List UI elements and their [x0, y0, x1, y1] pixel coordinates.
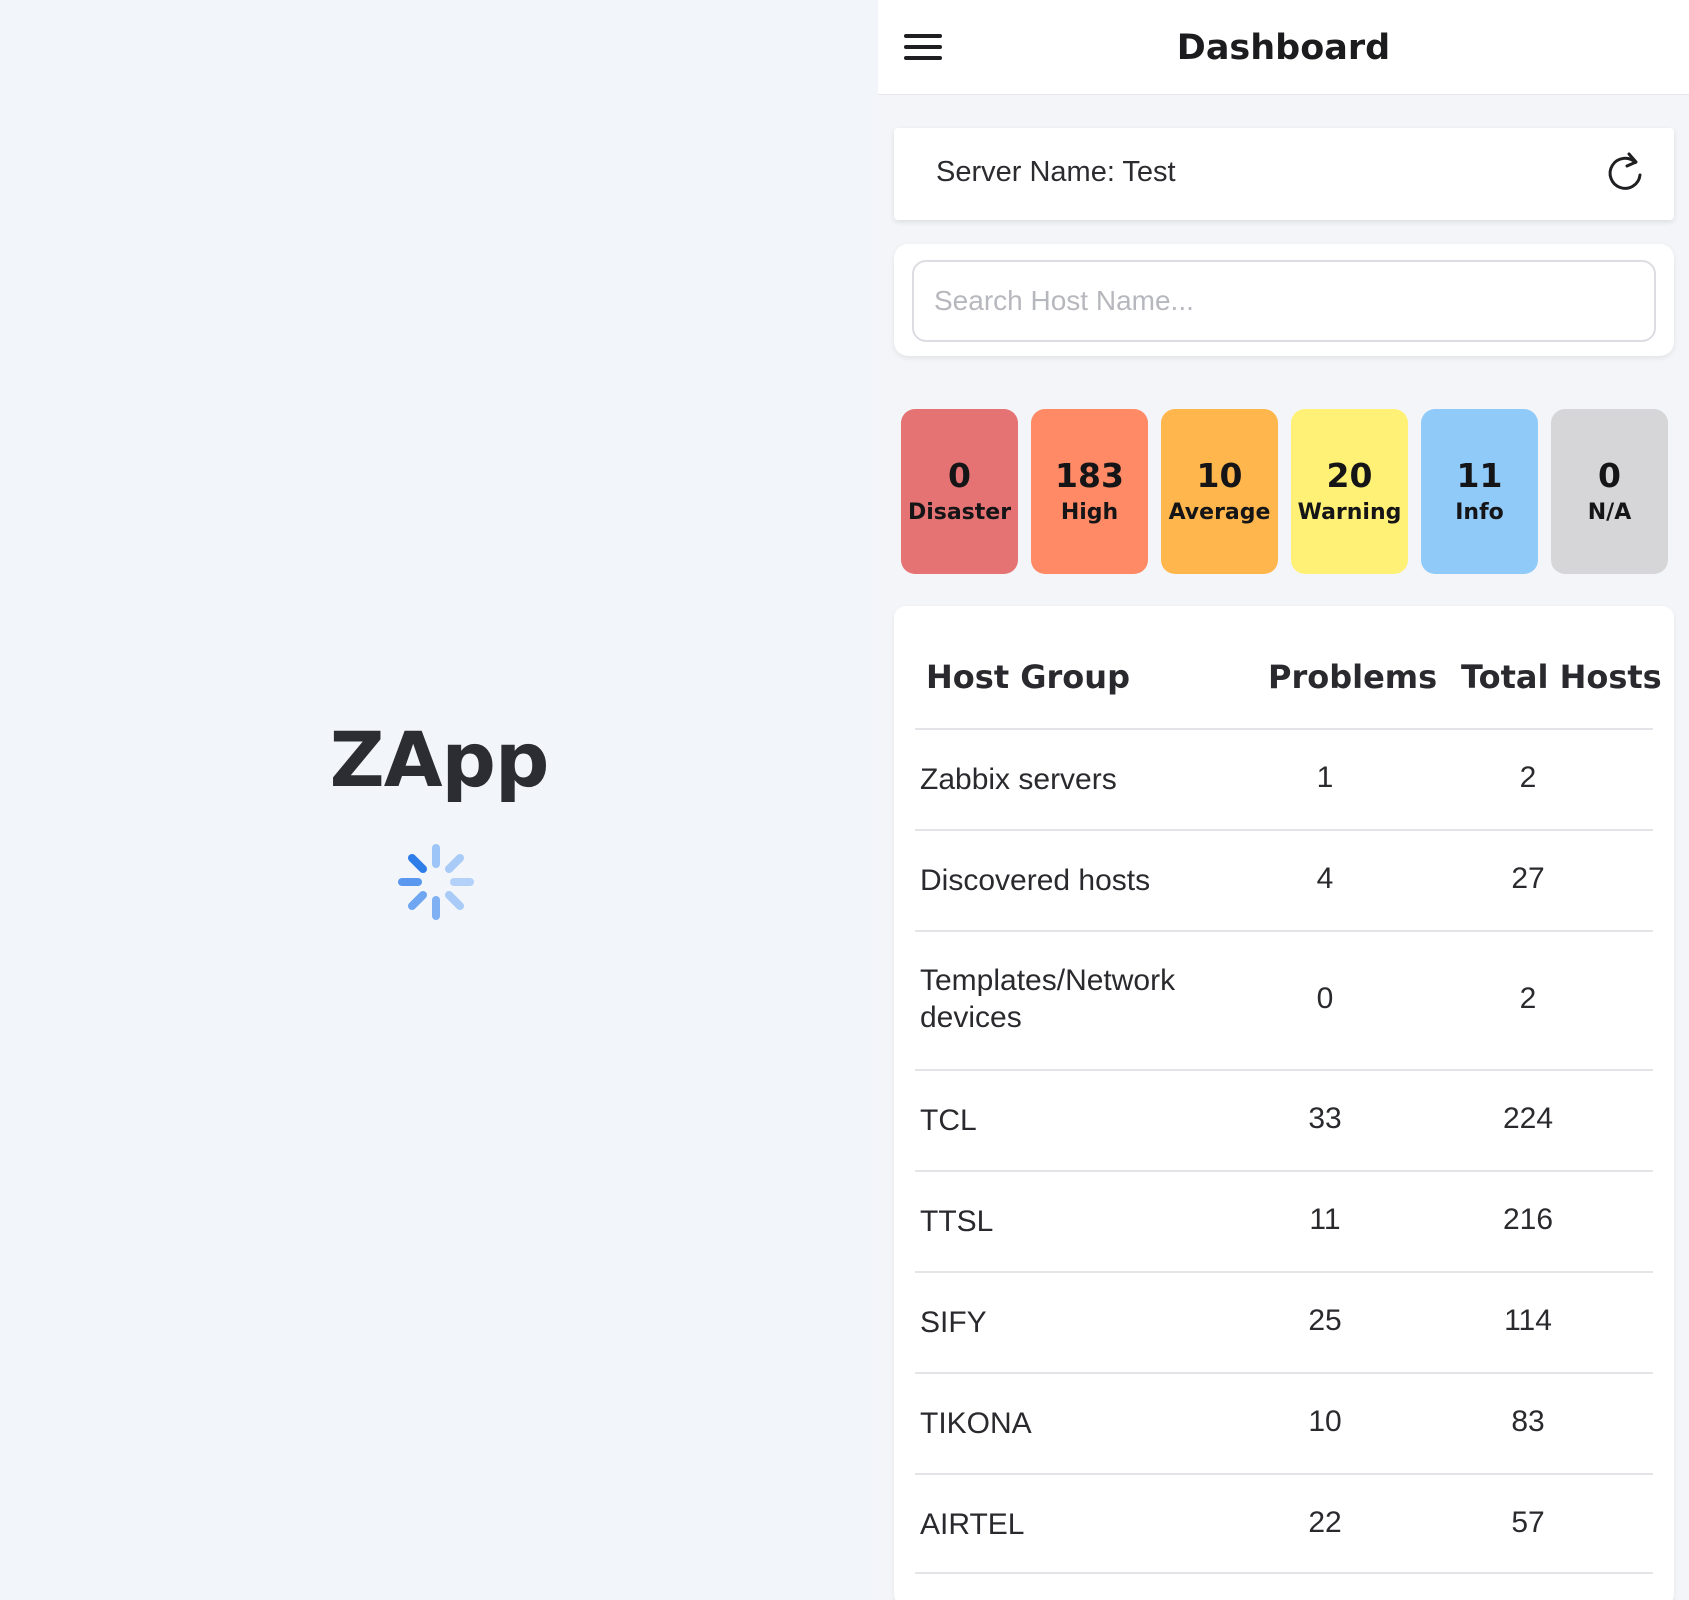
total-hosts-count: 57: [1511, 1506, 1545, 1539]
severity-count: 11: [1456, 456, 1503, 495]
severity-label: Warning: [1297, 500, 1402, 525]
host-group-name: TCL: [920, 1104, 977, 1137]
problems-count: 4: [1316, 862, 1334, 895]
total-hosts-count: 83: [1511, 1405, 1545, 1438]
severity-count: 0: [948, 456, 971, 495]
problems-count: 0: [1316, 982, 1334, 1015]
problems-count: 10: [1308, 1405, 1342, 1438]
severity-info-tile[interactable]: 11 Info: [1421, 409, 1538, 574]
problems-count: 33: [1308, 1102, 1342, 1135]
total-hosts-count: 216: [1502, 1203, 1554, 1236]
table-row[interactable]: TTSL 11 216: [915, 1170, 1653, 1271]
loading-spinner-icon: [398, 844, 474, 920]
severity-count: 10: [1196, 456, 1243, 495]
table-row[interactable]: Zabbix servers 1 2: [915, 728, 1653, 829]
page-title: Dashboard: [1176, 28, 1391, 68]
table-row[interactable]: AIRTEL 22 57: [915, 1473, 1653, 1574]
column-header-total-hosts: Total Hosts: [1461, 658, 1662, 696]
severity-label: Info: [1455, 500, 1504, 525]
app-name: ZApp: [329, 715, 550, 804]
host-group-name: Discovered hosts: [920, 864, 1151, 897]
problems-count: 11: [1309, 1203, 1341, 1236]
table-row[interactable]: Discovered hosts 4 27: [915, 829, 1653, 930]
severity-disaster-tile[interactable]: 0 Disaster: [901, 409, 1018, 574]
severity-count: 183: [1055, 456, 1124, 495]
severity-na-tile[interactable]: 0 N/A: [1551, 409, 1668, 574]
table-row[interactable]: TIKONA 10 83: [915, 1372, 1653, 1473]
search-input[interactable]: [912, 260, 1656, 342]
table-row[interactable]: Templates/Network devices 0 2: [915, 930, 1653, 1069]
problems-count: 22: [1308, 1506, 1342, 1539]
search-card: [894, 244, 1674, 356]
problems-count: 1: [1316, 761, 1334, 794]
host-group-table: Host Group Problems Total Hosts Zabbix s…: [894, 606, 1674, 1600]
server-name-label: Server Name: Test: [936, 156, 1176, 188]
host-group-name: TTSL: [920, 1205, 994, 1238]
severity-label: Disaster: [907, 500, 1012, 525]
dashboard-panel: Dashboard Server Name: Test 0 Disaster 1…: [878, 0, 1689, 1600]
severity-label: N/A: [1587, 500, 1632, 525]
host-group-name: Templates/Network devices: [920, 964, 1176, 1034]
severity-average-tile[interactable]: 10 Average: [1161, 409, 1278, 574]
severity-label: High: [1060, 500, 1119, 525]
splash-screen: ZApp: [0, 0, 878, 1600]
total-hosts-count: 114: [1504, 1304, 1552, 1337]
app-header: Dashboard: [878, 0, 1689, 95]
severity-label: Average: [1168, 500, 1271, 525]
server-card: Server Name: Test: [894, 128, 1674, 220]
host-group-name: SIFY: [920, 1306, 987, 1339]
severity-high-tile[interactable]: 183 High: [1031, 409, 1148, 574]
total-hosts-count: 2: [1519, 982, 1537, 1015]
column-header-host-group: Host Group: [926, 658, 1130, 696]
total-hosts-count: 2: [1519, 761, 1537, 794]
severity-warning-tile[interactable]: 20 Warning: [1291, 409, 1408, 574]
host-group-name: AIRTEL: [920, 1508, 1025, 1541]
app-window: ZApp Dashboard Server Name: Test Search …: [0, 0, 1689, 1600]
severity-count: 20: [1326, 456, 1373, 495]
table-row[interactable]: TCL 33 224: [915, 1069, 1653, 1170]
total-hosts-count: 27: [1511, 862, 1545, 895]
severity-summary: 0 Disaster 183 High 10 Average 20 Warnin…: [901, 409, 1681, 574]
total-hosts-count: 224: [1502, 1102, 1554, 1135]
column-header-problems: Problems: [1268, 658, 1438, 696]
host-group-name: TIKONA: [920, 1407, 1032, 1440]
host-group-name: Zabbix servers: [920, 763, 1117, 796]
severity-count: 0: [1598, 456, 1621, 495]
problems-count: 25: [1308, 1304, 1342, 1337]
refresh-icon[interactable]: [1602, 150, 1648, 196]
table-row[interactable]: SIFY 25 114: [915, 1271, 1653, 1372]
